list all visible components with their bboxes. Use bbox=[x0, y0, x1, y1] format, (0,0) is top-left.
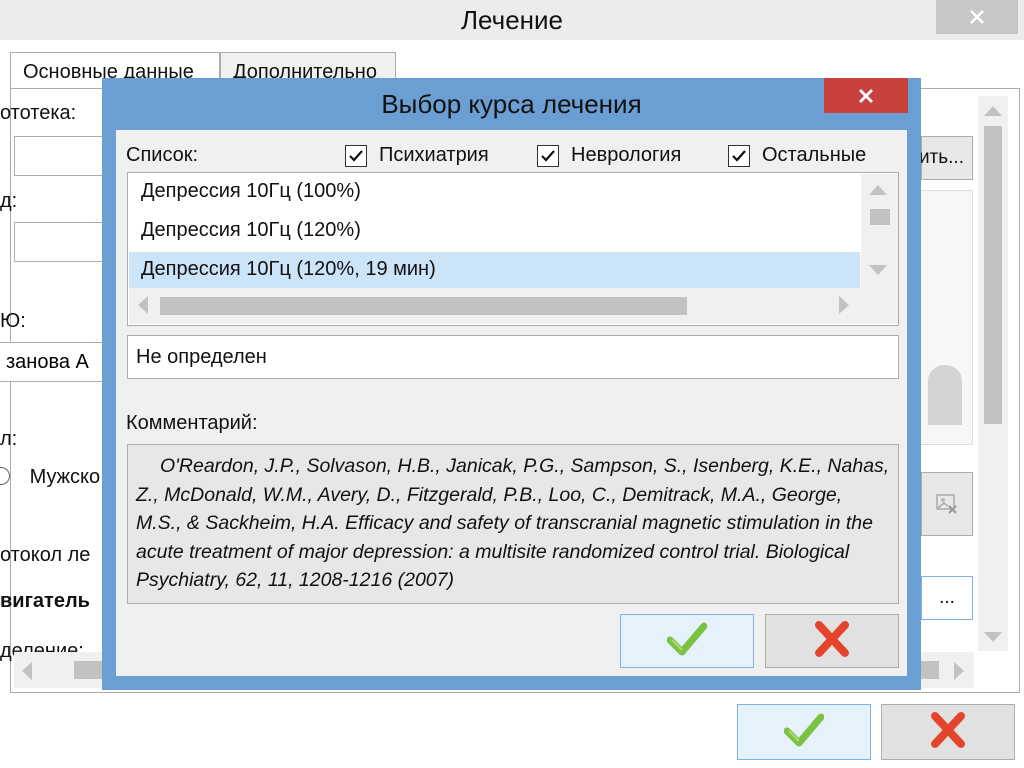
main-vertical-scroll-thumb[interactable] bbox=[984, 126, 1002, 424]
list-item-selected[interactable]: Депрессия 10Гц (120%, 19 мин) bbox=[129, 252, 860, 291]
clear-photo-button[interactable] bbox=[921, 472, 973, 536]
protocol-label: отокол ле bbox=[0, 544, 91, 566]
person-silhouette-icon bbox=[928, 365, 962, 425]
scroll-down-arrow-icon[interactable] bbox=[869, 265, 887, 275]
filter-other-label: Остальные bbox=[762, 144, 867, 166]
list-label: Список: bbox=[126, 144, 199, 166]
scroll-left-arrow-icon[interactable] bbox=[22, 662, 32, 680]
close-icon bbox=[859, 88, 873, 103]
dialog-cancel-button[interactable] bbox=[765, 614, 899, 668]
list-vertical-scroll-thumb[interactable] bbox=[870, 209, 890, 225]
list-item[interactable]: Депрессия 10Гц (100%) bbox=[129, 174, 860, 213]
check-icon bbox=[783, 713, 825, 746]
checkbox-checked-icon bbox=[345, 144, 367, 167]
scroll-right-arrow-icon[interactable] bbox=[954, 662, 964, 680]
scroll-down-arrow-icon[interactable] bbox=[984, 632, 1002, 642]
image-remove-icon bbox=[936, 494, 957, 514]
filter-neurology-label: Неврология bbox=[571, 144, 682, 166]
comment-label: Комментарий: bbox=[126, 412, 258, 434]
main-horizontal-scroll-thumb-end bbox=[921, 661, 939, 679]
scroll-right-arrow-icon[interactable] bbox=[839, 296, 849, 314]
dialog-close-button[interactable] bbox=[824, 78, 908, 113]
fio-label: Ю: bbox=[0, 310, 26, 332]
dialog-title: Выбор курса лечения bbox=[381, 89, 642, 119]
cross-icon bbox=[931, 711, 965, 748]
course-status-field[interactable]: Не определен bbox=[127, 335, 899, 379]
photo-field[interactable] bbox=[14, 136, 104, 176]
load-photo-button[interactable]: ить... bbox=[919, 136, 973, 180]
course-selection-dialog: Выбор курса лечения Список: Психиатрия Н… bbox=[102, 78, 921, 690]
main-cancel-button[interactable] bbox=[881, 704, 1015, 760]
checkbox-checked-icon bbox=[537, 144, 559, 167]
check-icon bbox=[666, 622, 708, 655]
checkbox-checked-icon bbox=[728, 144, 750, 167]
filter-psychiatry-checkbox[interactable]: Психиатрия bbox=[345, 144, 489, 167]
list-horizontal-scroll-thumb[interactable] bbox=[160, 297, 687, 315]
radio-icon bbox=[0, 467, 10, 485]
filter-neurology-checkbox[interactable]: Неврология bbox=[537, 144, 681, 167]
filter-other-checkbox[interactable]: Остальные bbox=[728, 144, 866, 167]
id-label: д: bbox=[0, 190, 18, 212]
gender-value: Мужско bbox=[29, 466, 101, 488]
gender-label: л: bbox=[0, 428, 18, 450]
fio-field[interactable]: занова А bbox=[0, 342, 104, 382]
close-icon bbox=[970, 10, 984, 24]
main-horizontal-scroll-thumb[interactable] bbox=[74, 661, 102, 679]
photo-label: ототека: bbox=[0, 102, 77, 124]
dialog-ok-button[interactable] bbox=[620, 614, 754, 668]
comment-text: O'Reardon, J.P., Solvason, H.B., Janicak… bbox=[127, 444, 899, 604]
main-close-button[interactable] bbox=[936, 0, 1018, 34]
scroll-up-arrow-icon[interactable] bbox=[869, 185, 887, 195]
scroll-left-arrow-icon[interactable] bbox=[138, 296, 148, 314]
scroll-up-arrow-icon[interactable] bbox=[984, 106, 1002, 116]
main-ok-button[interactable] bbox=[737, 704, 871, 760]
cross-icon bbox=[815, 620, 849, 657]
dialog-body: Список: Психиатрия Неврология Остальные … bbox=[116, 130, 907, 676]
main-title-bar: Лечение bbox=[0, 0, 1024, 40]
main-window-title: Лечение bbox=[460, 5, 563, 35]
protocol-value: вигатель bbox=[0, 590, 90, 612]
id-field[interactable] bbox=[14, 222, 104, 262]
list-item[interactable]: Депрессия 10Гц (120%) bbox=[129, 213, 860, 252]
course-list[interactable]: Депрессия 10Гц (100%) Депрессия 10Гц (12… bbox=[127, 172, 899, 326]
filter-psychiatry-label: Психиатрия bbox=[379, 144, 489, 166]
protocol-browse-button[interactable]: ... bbox=[921, 576, 973, 620]
gender-radio[interactable]: Мужско bbox=[0, 466, 104, 489]
